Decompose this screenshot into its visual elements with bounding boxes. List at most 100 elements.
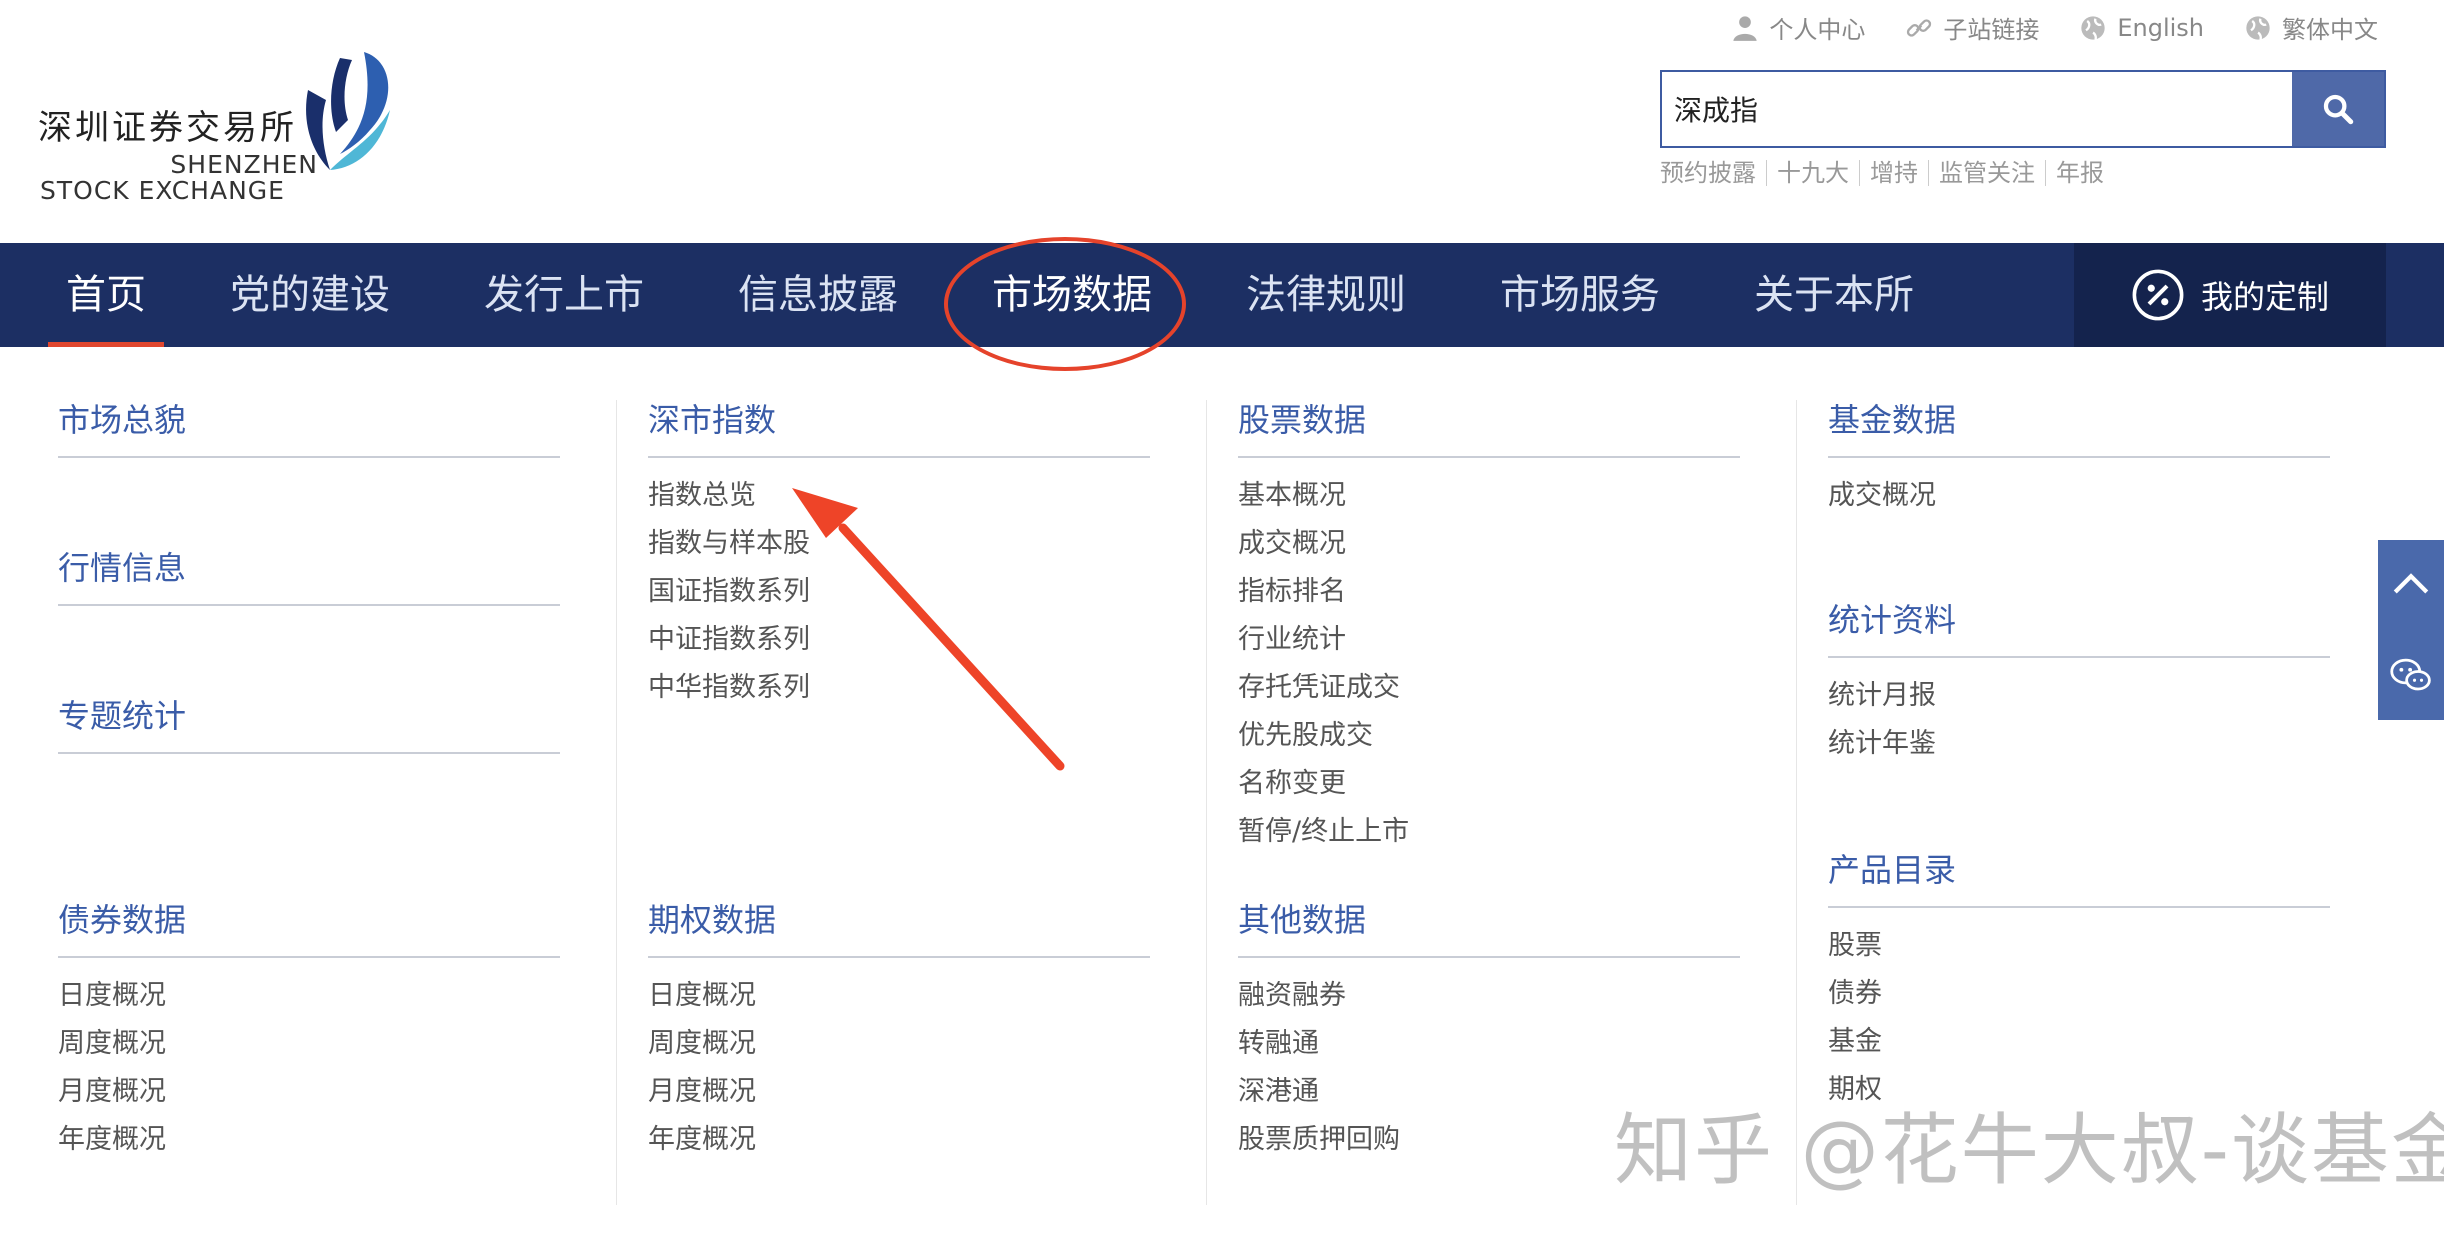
column-divider xyxy=(1796,400,1797,1205)
menu-link[interactable]: 成交概况 xyxy=(1238,520,1740,568)
section-title[interactable]: 统计资料 xyxy=(1828,600,2330,658)
toplink-label: 个人中心 xyxy=(1769,16,1866,44)
column-divider xyxy=(1206,400,1207,1205)
column-divider xyxy=(616,400,617,1205)
menu-section-option-data: 期权数据 日度概况 周度概况 月度概况 年度概况 xyxy=(648,900,1150,1164)
section-items: 股票 债券 基金 期权 xyxy=(1828,908,2330,1114)
menu-link[interactable]: 周度概况 xyxy=(58,1020,560,1068)
menu-link[interactable]: 中华指数系列 xyxy=(648,664,1150,712)
section-title[interactable]: 深市指数 xyxy=(648,400,1150,458)
search-box xyxy=(1660,70,2386,148)
menu-link-index-overview[interactable]: 指数总览 xyxy=(648,472,1150,520)
menu-section-statistics: 统计资料 统计月报 统计年鉴 xyxy=(1828,600,2330,768)
menu-link[interactable]: 月度概况 xyxy=(648,1068,1150,1116)
menu-section-stock-data: 股票数据 基本概况 成交概况 指标排名 行业统计 存托凭证成交 优先股成交 名称… xyxy=(1238,400,1740,856)
section-title[interactable]: 基金数据 xyxy=(1828,400,2330,458)
side-float-widget xyxy=(2378,540,2444,720)
toplink-label: English xyxy=(2117,13,2204,42)
menu-link[interactable]: 暂停/终止上市 xyxy=(1238,808,1740,856)
user-icon xyxy=(1733,15,1757,41)
section-title[interactable]: 市场总貌 xyxy=(58,400,560,458)
section-title[interactable]: 其他数据 xyxy=(1238,900,1740,958)
toplink-personal-center[interactable]: 个人中心 xyxy=(1731,10,1865,45)
menu-link[interactable]: 中证指数系列 xyxy=(648,616,1150,664)
toplink-label: 子站链接 xyxy=(1943,16,2040,44)
nav-rules[interactable]: 法律规则 xyxy=(1246,243,1406,347)
logo-en-line2: STOCK EXCHANGE xyxy=(40,176,285,205)
toplink-english[interactable]: English xyxy=(2079,10,2204,45)
menu-link[interactable]: 成交概况 xyxy=(1828,472,2330,520)
nav-party-building[interactable]: 党的建设 xyxy=(230,243,390,347)
logo-mark-icon xyxy=(306,52,390,170)
menu-link[interactable]: 债券 xyxy=(1828,970,2330,1018)
toplink-traditional-chinese[interactable]: 繁体中文 xyxy=(2244,10,2378,45)
section-title[interactable]: 专题统计 xyxy=(58,696,560,754)
section-title[interactable]: 债券数据 xyxy=(58,900,560,958)
menu-section-product-catalog: 产品目录 股票 债券 基金 期权 xyxy=(1828,850,2330,1114)
menu-section-bond-data: 债券数据 日度概况 周度概况 月度概况 年度概况 xyxy=(58,900,560,1164)
search-button[interactable] xyxy=(2292,72,2384,146)
menu-link[interactable]: 统计月报 xyxy=(1828,672,2330,720)
section-title[interactable]: 期权数据 xyxy=(648,900,1150,958)
hot-keywords: 预约披露 十九大 增持 监管关注 年报 xyxy=(1660,160,2114,186)
nav-disclosure[interactable]: 信息披露 xyxy=(738,243,898,347)
customize-icon xyxy=(2132,269,2184,321)
menu-link[interactable]: 日度概况 xyxy=(648,972,1150,1020)
menu-link[interactable]: 月度概况 xyxy=(58,1068,560,1116)
top-links: 个人中心 子站链接 English 繁体中文 xyxy=(1731,10,2378,45)
watermark-text: 知乎 @花牛大叔-谈基金 xyxy=(1614,1106,2444,1196)
menu-link[interactable]: 周度概况 xyxy=(648,1020,1150,1068)
section-items: 日度概况 周度概况 月度概况 年度概况 xyxy=(58,958,560,1164)
menu-link[interactable]: 基本概况 xyxy=(1238,472,1740,520)
menu-section-quotes: 行情信息 xyxy=(58,548,560,606)
hotword-link[interactable]: 十九大 xyxy=(1766,160,1859,186)
hotword-link[interactable]: 监管关注 xyxy=(1928,160,2045,186)
customize-label: 我的定制 xyxy=(2200,278,2329,316)
search-icon xyxy=(2323,94,2354,125)
section-items: 日度概况 周度概况 月度概况 年度概况 xyxy=(648,958,1150,1164)
menu-section-special-stats: 专题统计 xyxy=(58,696,560,754)
sse-logo[interactable]: 深圳证券交易所 SHENZHEN STOCK EXCHANGE xyxy=(38,50,408,210)
globe-icon xyxy=(2246,15,2270,40)
menu-link[interactable]: 融资融券 xyxy=(1238,972,1740,1020)
menu-link[interactable]: 国证指数系列 xyxy=(648,568,1150,616)
menu-link[interactable]: 行业统计 xyxy=(1238,616,1740,664)
chevron-up-icon xyxy=(2393,573,2429,594)
menu-link[interactable]: 名称变更 xyxy=(1238,760,1740,808)
menu-link[interactable]: 年度概况 xyxy=(58,1116,560,1164)
section-items: 成交概况 xyxy=(1828,458,2330,520)
menu-link[interactable]: 指数与样本股 xyxy=(648,520,1150,568)
menu-link[interactable]: 年度概况 xyxy=(648,1116,1150,1164)
logo-en-line1: SHENZHEN xyxy=(170,150,318,179)
menu-link[interactable]: 转融通 xyxy=(1238,1020,1740,1068)
nav-home[interactable]: 首页 xyxy=(48,243,164,347)
menu-link[interactable]: 日度概况 xyxy=(58,972,560,1020)
section-title[interactable]: 股票数据 xyxy=(1238,400,1740,458)
section-title[interactable]: 行情信息 xyxy=(58,548,560,606)
nav-listing[interactable]: 发行上市 xyxy=(484,243,644,347)
wechat-button[interactable] xyxy=(2378,630,2444,720)
section-title[interactable]: 产品目录 xyxy=(1828,850,2330,908)
nav-market-services[interactable]: 市场服务 xyxy=(1500,243,1660,347)
section-items: 基本概况 成交概况 指标排名 行业统计 存托凭证成交 优先股成交 名称变更 暂停… xyxy=(1238,458,1740,856)
menu-link[interactable]: 存托凭证成交 xyxy=(1238,664,1740,712)
back-to-top-button[interactable] xyxy=(2378,540,2444,630)
my-customize-button[interactable]: 我的定制 xyxy=(2074,243,2386,347)
menu-link[interactable]: 统计年鉴 xyxy=(1828,720,2330,768)
logo-cn-text: 深圳证券交易所 xyxy=(38,108,297,148)
menu-link[interactable]: 股票 xyxy=(1828,922,2330,970)
toplink-subsite-links[interactable]: 子站链接 xyxy=(1905,10,2039,45)
menu-link[interactable]: 基金 xyxy=(1828,1018,2330,1066)
hotword-link[interactable]: 增持 xyxy=(1859,160,1928,186)
menu-section-market-overview: 市场总貌 xyxy=(58,400,560,458)
search-input[interactable] xyxy=(1662,72,2292,146)
hotword-link[interactable]: 预约披露 xyxy=(1660,160,1766,186)
hotword-link[interactable]: 年报 xyxy=(2045,160,2114,186)
nav-market-data[interactable]: 市场数据 xyxy=(992,243,1152,347)
link-icon xyxy=(1907,18,1932,37)
menu-section-fund-data: 基金数据 成交概况 xyxy=(1828,400,2330,520)
nav-about[interactable]: 关于本所 xyxy=(1754,243,1914,347)
menu-link[interactable]: 指标排名 xyxy=(1238,568,1740,616)
globe-icon xyxy=(2081,15,2105,40)
menu-link[interactable]: 优先股成交 xyxy=(1238,712,1740,760)
